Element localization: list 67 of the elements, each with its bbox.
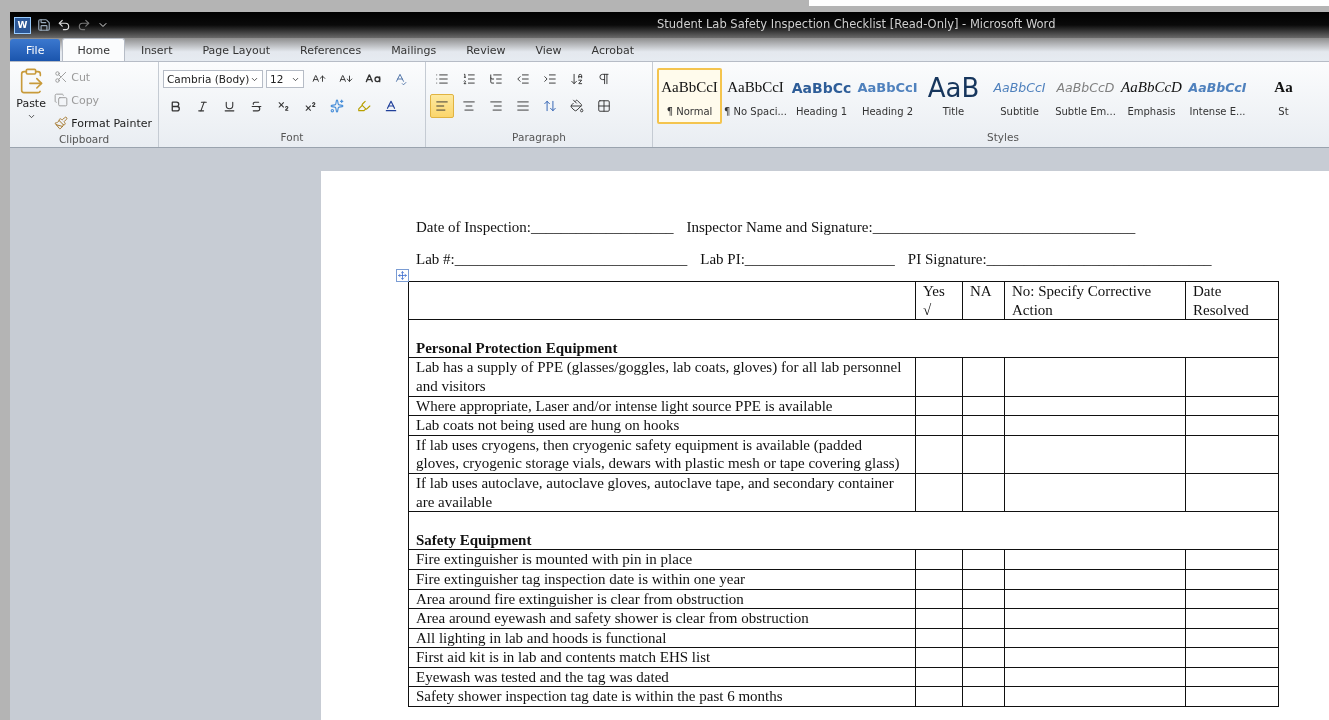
copy-icon <box>54 93 69 107</box>
group-label: Font <box>279 131 305 145</box>
style-item[interactable]: AaBbCcD Emphasis <box>1119 68 1184 124</box>
style-item[interactable]: Aa St <box>1251 68 1316 124</box>
table-cell: Safety shower inspection tag date is within the past 6 months <box>408 686 916 707</box>
fill-in-line[interactable]: ___________________ <box>530 219 674 236</box>
scissors-icon <box>54 70 69 84</box>
group-label: Paragraph <box>511 131 567 145</box>
table-cell: If lab uses cryogens, then cryogenic safety equipment is available (padded gloves, cryogenic storage vials, dewars with plastic mesh or tape covering glass) <box>408 435 916 474</box>
window-title: Student Lab Safety Inspection Checklist [Read-Only] - Microsoft Word <box>657 17 1056 31</box>
font-name-field[interactable]: Cambria (Body) <box>163 70 263 88</box>
caret-icon <box>26 112 36 121</box>
table-move-icon[interactable] <box>396 269 409 282</box>
table-cell: Fire extinguisher tag inspection date is within one year <box>408 569 916 589</box>
ribbon-tab[interactable]: View <box>521 39 576 61</box>
style-item[interactable]: AaBbCcI ¶ Normal <box>657 68 722 124</box>
style-item[interactable]: AaBbCcD Subtle Em... <box>1053 68 1118 124</box>
ribbon-tab[interactable]: Mailings <box>377 39 451 61</box>
fill-in-line[interactable]: ____________________ <box>744 251 895 268</box>
section-heading: Safety Equipment <box>408 511 1279 550</box>
field-label: Inspector Name and Signature: <box>686 219 873 236</box>
ribbon-tab[interactable]: Page Layout <box>188 39 284 61</box>
style-item[interactable]: AaBbCcI ¶ No Spaci... <box>723 68 788 124</box>
fill-in-line[interactable]: _______________________________ <box>454 251 688 268</box>
table-cell: All lighting in lab and hoods is functional <box>408 628 916 648</box>
table-cell: Area around fire extinguisher is clear from obstruction <box>408 589 916 609</box>
ribbon-tab[interactable]: Insert <box>126 39 187 61</box>
table-cell: Lab coats not being used are hung on hooks <box>408 415 916 436</box>
field-label: Lab PI: <box>700 251 745 268</box>
ribbon-tab[interactable]: Acrobat <box>577 39 648 61</box>
align-icon[interactable] <box>430 94 454 118</box>
save-icon[interactable] <box>37 18 51 32</box>
table-cell: First aid kit is in lab and contents match EHS list <box>408 647 916 668</box>
column-header: NA <box>962 281 1005 320</box>
style-item[interactable]: AaBbCcI Intense E... <box>1185 68 1250 124</box>
file-tab[interactable]: File <box>10 39 61 61</box>
group-label: Styles <box>986 131 1020 145</box>
style-item[interactable]: AaB Title <box>921 68 986 124</box>
paintbrush-icon <box>54 116 69 130</box>
undo-icon[interactable] <box>57 18 71 32</box>
table-cell: If lab uses autoclave, autoclave gloves, autoclave tape, and secondary container are available <box>408 473 916 512</box>
table-cell: Lab has a supply of PPE (glasses/goggles, lab coats, gloves) for all lab personnel and visitors <box>408 357 916 397</box>
group-label: Clipboard <box>57 133 111 147</box>
ribbon-tab[interactable]: References <box>286 39 376 61</box>
word-app-icon: W <box>14 16 31 34</box>
column-header: Yes √ <box>915 281 963 320</box>
format-painter-button[interactable]: Format Painter <box>52 113 154 133</box>
section-heading: Personal Protection Equipment <box>408 319 1279 358</box>
field-label: PI Signature: <box>907 251 987 268</box>
column-header: Date Resolved <box>1185 281 1279 320</box>
table-cell: Eyewash was tested and the tag was dated <box>408 667 916 687</box>
style-item[interactable]: AaBbCcI Subtitle <box>987 68 1052 124</box>
ribbon-tab[interactable]: Review <box>452 39 520 61</box>
fill-in-line[interactable]: ___________________________________ <box>872 219 1136 236</box>
redo-icon[interactable] <box>77 18 91 32</box>
style-item[interactable]: AaBbCcI Heading 2 <box>855 68 920 124</box>
font-size-field[interactable]: 12 <box>266 70 304 88</box>
style-item[interactable]: AaBbCc Heading 1 <box>789 68 854 124</box>
paste-button[interactable]: Paste <box>14 67 49 133</box>
column-header: No: Specify Corrective Action <box>1004 281 1186 320</box>
field-label: Date of Inspection: <box>416 219 531 236</box>
field-label: Lab #: <box>416 251 455 268</box>
table-cell: Area around eyewash and safety shower is clear from obstruction <box>408 608 916 629</box>
ribbon-tab[interactable]: Home <box>62 38 125 61</box>
fill-in-line[interactable]: ______________________________ <box>986 251 1212 268</box>
table-cell: Fire extinguisher is mounted with pin in place <box>408 549 916 570</box>
table-cell: Where appropriate, Laser and/or intense light source PPE is available <box>408 396 916 416</box>
